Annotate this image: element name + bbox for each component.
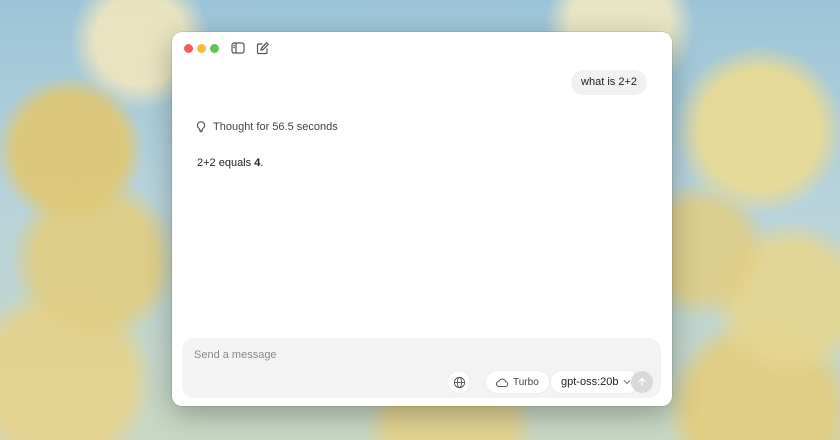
- maximize-button[interactable]: [210, 44, 219, 53]
- turbo-label: Turbo: [513, 376, 539, 388]
- message-input[interactable]: [194, 348, 634, 362]
- assistant-message: 2+2 equals 4.: [197, 157, 263, 169]
- thought-label: Thought for 56.5 seconds: [213, 121, 338, 133]
- user-message-bubble: what is 2+2: [571, 70, 647, 95]
- turbo-button[interactable]: Turbo: [486, 371, 549, 393]
- sidebar-icon[interactable]: [230, 40, 246, 56]
- cloud-icon: [495, 378, 509, 387]
- answer-suffix: .: [260, 157, 264, 169]
- send-button[interactable]: [631, 371, 653, 393]
- close-button[interactable]: [184, 44, 193, 53]
- model-label: gpt-oss:20b: [561, 376, 619, 388]
- thought-indicator[interactable]: Thought for 56.5 seconds: [194, 120, 338, 134]
- lightbulb-icon: [196, 121, 206, 133]
- minimize-button[interactable]: [197, 44, 206, 53]
- compose-icon[interactable]: [255, 40, 271, 56]
- globe-icon: [453, 376, 465, 388]
- title-bar: [172, 32, 672, 62]
- app-window: what is 2+2 Thought for 56.5 seconds 2+2…: [172, 32, 672, 406]
- answer-text: 2+2 equals: [197, 157, 255, 169]
- message-composer: Turbo gpt-oss:20b: [182, 338, 661, 398]
- arrow-up-icon: [638, 377, 646, 386]
- model-selector[interactable]: gpt-oss:20b: [551, 371, 640, 393]
- web-search-button[interactable]: [448, 371, 470, 393]
